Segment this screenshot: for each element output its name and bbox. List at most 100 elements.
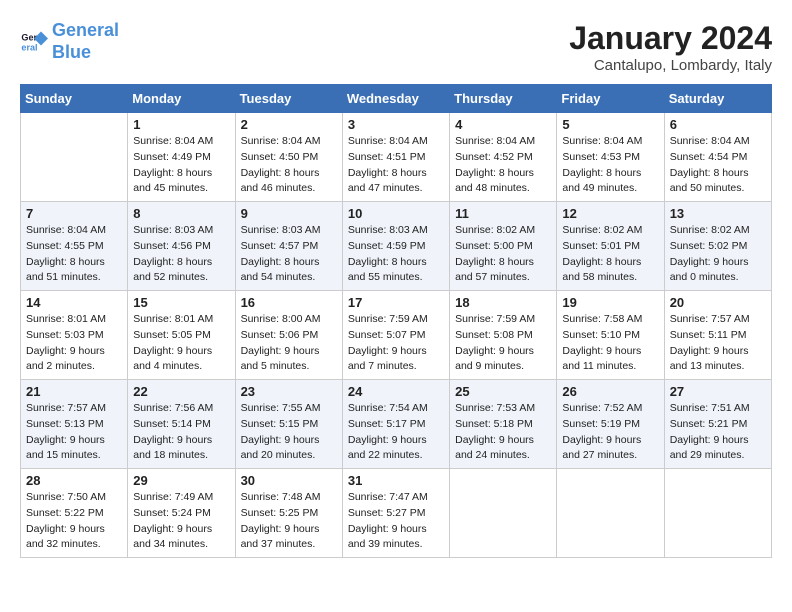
day-number: 9: [241, 206, 337, 221]
subtitle: Cantalupo, Lombardy, Italy: [569, 57, 772, 74]
calendar-cell: 23 Sunrise: 7:55 AMSunset: 5:15 PMDayligh…: [235, 380, 342, 469]
day-number: 21: [26, 384, 122, 399]
calendar-cell: 4 Sunrise: 8:04 AMSunset: 4:52 PMDaylight…: [450, 113, 557, 202]
main-title: January 2024: [569, 20, 772, 57]
day-info: Sunrise: 8:04 AMSunset: 4:53 PMDaylight:…: [562, 134, 658, 197]
day-number: 14: [26, 295, 122, 310]
weekday-header-saturday: Saturday: [664, 85, 771, 113]
calendar-cell: 22 Sunrise: 7:56 AMSunset: 5:14 PMDayligh…: [128, 380, 235, 469]
calendar-cell: 6 Sunrise: 8:04 AMSunset: 4:54 PMDaylight…: [664, 113, 771, 202]
day-number: 16: [241, 295, 337, 310]
calendar-cell: 28 Sunrise: 7:50 AMSunset: 5:22 PMDayligh…: [21, 469, 128, 558]
day-info: Sunrise: 7:56 AMSunset: 5:14 PMDaylight:…: [133, 401, 229, 464]
calendar-cell: 16 Sunrise: 8:00 AMSunset: 5:06 PMDayligh…: [235, 291, 342, 380]
day-number: 2: [241, 117, 337, 132]
logo-text: General Blue: [52, 20, 119, 63]
calendar-cell: 2Sunrise: 8:04 AMSunset: 4:50 PMDaylight…: [235, 113, 342, 202]
day-info: Sunrise: 7:59 AMSunset: 5:07 PMDaylight:…: [348, 312, 444, 375]
day-info: Sunrise: 8:03 AMSunset: 4:59 PMDaylight:…: [348, 223, 444, 286]
calendar-cell: [557, 469, 664, 558]
weekday-header-monday: Monday: [128, 85, 235, 113]
calendar-cell: 18 Sunrise: 7:59 AMSunset: 5:08 PMDayligh…: [450, 291, 557, 380]
day-info: Sunrise: 7:55 AMSunset: 5:15 PMDaylight:…: [241, 401, 337, 464]
calendar-week-2: 7Sunrise: 8:04 AMSunset: 4:55 PMDaylight…: [21, 202, 772, 291]
day-number: 13: [670, 206, 766, 221]
day-info: Sunrise: 8:00 AMSunset: 5:06 PMDaylight:…: [241, 312, 337, 375]
day-info: Sunrise: 7:54 AMSunset: 5:17 PMDaylight:…: [348, 401, 444, 464]
day-info: Sunrise: 8:02 AMSunset: 5:00 PMDaylight:…: [455, 223, 551, 286]
calendar-week-1: 1 Sunrise: 8:04 AMSunset: 4:49 PMDaylight…: [21, 113, 772, 202]
calendar-cell: 5 Sunrise: 8:04 AMSunset: 4:53 PMDaylight…: [557, 113, 664, 202]
calendar-cell: [664, 469, 771, 558]
day-info: Sunrise: 7:57 AMSunset: 5:13 PMDaylight:…: [26, 401, 122, 464]
day-info: Sunrise: 8:04 AMSunset: 4:51 PMDaylight:…: [348, 134, 444, 197]
calendar-cell: 20Sunrise: 7:57 AMSunset: 5:11 PMDayligh…: [664, 291, 771, 380]
calendar-cell: 21 Sunrise: 7:57 AMSunset: 5:13 PMDayligh…: [21, 380, 128, 469]
day-number: 12: [562, 206, 658, 221]
calendar-cell: 7Sunrise: 8:04 AMSunset: 4:55 PMDaylight…: [21, 202, 128, 291]
calendar-cell: 27 Sunrise: 7:51 AMSunset: 5:21 PMDayligh…: [664, 380, 771, 469]
calendar-cell: 17 Sunrise: 7:59 AMSunset: 5:07 PMDayligh…: [342, 291, 449, 380]
logo: Gen eral General Blue: [20, 20, 119, 63]
calendar-cell: 9 Sunrise: 8:03 AMSunset: 4:57 PMDaylight…: [235, 202, 342, 291]
day-info: Sunrise: 8:04 AMSunset: 4:54 PMDaylight:…: [670, 134, 766, 197]
weekday-header-thursday: Thursday: [450, 85, 557, 113]
day-number: 17: [348, 295, 444, 310]
day-number: 15: [133, 295, 229, 310]
day-number: 27: [670, 384, 766, 399]
calendar-cell: 31Sunrise: 7:47 AMSunset: 5:27 PMDayligh…: [342, 469, 449, 558]
calendar-week-3: 14Sunrise: 8:01 AMSunset: 5:03 PMDayligh…: [21, 291, 772, 380]
day-number: 3: [348, 117, 444, 132]
calendar-cell: 3 Sunrise: 8:04 AMSunset: 4:51 PMDaylight…: [342, 113, 449, 202]
day-info: Sunrise: 8:02 AMSunset: 5:02 PMDaylight:…: [670, 223, 766, 286]
day-info: Sunrise: 7:58 AMSunset: 5:10 PMDaylight:…: [562, 312, 658, 375]
day-number: 31: [348, 473, 444, 488]
day-info: Sunrise: 7:48 AMSunset: 5:25 PMDaylight:…: [241, 490, 337, 553]
calendar-header: SundayMondayTuesdayWednesdayThursdayFrid…: [21, 85, 772, 113]
calendar-cell: 13 Sunrise: 8:02 AMSunset: 5:02 PMDayligh…: [664, 202, 771, 291]
day-number: 10: [348, 206, 444, 221]
day-number: 24: [348, 384, 444, 399]
day-info: Sunrise: 8:04 AMSunset: 4:49 PMDaylight:…: [133, 134, 229, 197]
day-number: 5: [562, 117, 658, 132]
calendar-cell: 29Sunrise: 7:49 AMSunset: 5:24 PMDayligh…: [128, 469, 235, 558]
calendar-cell: 10 Sunrise: 8:03 AMSunset: 4:59 PMDayligh…: [342, 202, 449, 291]
day-number: 30: [241, 473, 337, 488]
weekday-header-sunday: Sunday: [21, 85, 128, 113]
day-number: 23: [241, 384, 337, 399]
day-number: 25: [455, 384, 551, 399]
day-number: 11: [455, 206, 551, 221]
day-info: Sunrise: 7:49 AMSunset: 5:24 PMDaylight:…: [133, 490, 229, 553]
day-info: Sunrise: 8:04 AMSunset: 4:52 PMDaylight:…: [455, 134, 551, 197]
weekday-header-wednesday: Wednesday: [342, 85, 449, 113]
day-number: 26: [562, 384, 658, 399]
calendar-cell: 25 Sunrise: 7:53 AMSunset: 5:18 PMDayligh…: [450, 380, 557, 469]
calendar-week-5: 28 Sunrise: 7:50 AMSunset: 5:22 PMDayligh…: [21, 469, 772, 558]
day-info: Sunrise: 7:53 AMSunset: 5:18 PMDaylight:…: [455, 401, 551, 464]
day-number: 4: [455, 117, 551, 132]
day-number: 22: [133, 384, 229, 399]
day-info: Sunrise: 8:04 AMSunset: 4:55 PMDaylight:…: [26, 223, 122, 286]
svg-text:eral: eral: [21, 42, 37, 52]
day-info: Sunrise: 7:52 AMSunset: 5:19 PMDaylight:…: [562, 401, 658, 464]
calendar-cell: [21, 113, 128, 202]
calendar-cell: 14Sunrise: 8:01 AMSunset: 5:03 PMDayligh…: [21, 291, 128, 380]
day-number: 19: [562, 295, 658, 310]
day-number: 28: [26, 473, 122, 488]
calendar-cell: 1 Sunrise: 8:04 AMSunset: 4:49 PMDaylight…: [128, 113, 235, 202]
day-info: Sunrise: 8:01 AMSunset: 5:05 PMDaylight:…: [133, 312, 229, 375]
logo-line2: Blue: [52, 42, 91, 62]
day-info: Sunrise: 7:57 AMSunset: 5:11 PMDaylight:…: [670, 312, 766, 375]
page-header: Gen eral General Blue January 2024 Canta…: [20, 20, 772, 74]
day-info: Sunrise: 7:51 AMSunset: 5:21 PMDaylight:…: [670, 401, 766, 464]
day-info: Sunrise: 7:59 AMSunset: 5:08 PMDaylight:…: [455, 312, 551, 375]
calendar-cell: 26 Sunrise: 7:52 AMSunset: 5:19 PMDayligh…: [557, 380, 664, 469]
calendar-week-4: 21 Sunrise: 7:57 AMSunset: 5:13 PMDayligh…: [21, 380, 772, 469]
day-number: 1: [133, 117, 229, 132]
calendar-cell: 12 Sunrise: 8:02 AMSunset: 5:01 PMDayligh…: [557, 202, 664, 291]
day-info: Sunrise: 8:03 AMSunset: 4:57 PMDaylight:…: [241, 223, 337, 286]
day-number: 18: [455, 295, 551, 310]
day-info: Sunrise: 8:02 AMSunset: 5:01 PMDaylight:…: [562, 223, 658, 286]
day-number: 6: [670, 117, 766, 132]
day-info: Sunrise: 7:50 AMSunset: 5:22 PMDaylight:…: [26, 490, 122, 553]
